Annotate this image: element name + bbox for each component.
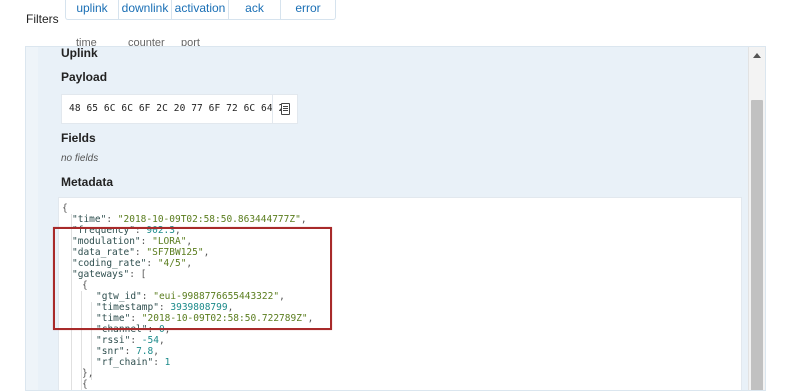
json-key: "time" bbox=[72, 214, 107, 225]
filter-activation-button[interactable]: activation bbox=[172, 0, 229, 19]
json-key: "coding_rate" bbox=[72, 258, 147, 269]
json-open-brace: { bbox=[62, 203, 68, 214]
no-fields-text: no fields bbox=[61, 153, 99, 164]
json-line-snr: "snr": 7.8, bbox=[96, 346, 159, 357]
json-key: "snr" bbox=[96, 346, 125, 357]
json-gateway-open-next: { bbox=[82, 379, 88, 390]
filter-ack-button[interactable]: ack bbox=[229, 0, 281, 19]
json-line-timestamp: "timestamp": 3939808799, bbox=[96, 302, 234, 313]
payload-hex: 48 65 6C 6C 6F 2C 20 77 6F 72 6C 64 21 bbox=[69, 103, 291, 114]
json-value: [ bbox=[140, 269, 147, 280]
fields-label: Fields bbox=[61, 131, 96, 145]
filter-uplink-button[interactable]: uplink bbox=[66, 0, 119, 19]
copy-divider bbox=[272, 95, 273, 123]
json-key: "timestamp" bbox=[96, 302, 159, 313]
copy-icon[interactable] bbox=[281, 103, 290, 115]
json-line-data-rate: "data_rate": "SF7BW125", bbox=[72, 247, 210, 258]
json-value: "LORA" bbox=[152, 236, 187, 247]
scroll-up-arrow-icon[interactable] bbox=[753, 53, 761, 58]
json-key: "frequency" bbox=[72, 225, 135, 236]
json-key: "gateways" bbox=[72, 269, 130, 280]
uplink-detail: Uplink Payload 48 65 6C 6C 6F 2C 20 77 6… bbox=[38, 46, 750, 390]
json-gateway-close: }, bbox=[82, 368, 94, 379]
json-gateway-open: { bbox=[82, 280, 88, 291]
json-value: "4/5" bbox=[157, 258, 187, 269]
vertical-scrollbar[interactable] bbox=[748, 47, 765, 390]
json-value: -54 bbox=[141, 335, 159, 346]
json-key: "rssi" bbox=[96, 335, 131, 346]
json-value: 0 bbox=[158, 324, 165, 335]
json-key: "gtw_id" bbox=[96, 291, 142, 302]
payload-field[interactable]: 48 65 6C 6C 6F 2C 20 77 6F 72 6C 64 21 bbox=[61, 94, 298, 124]
json-value: "eui-9988776655443322" bbox=[153, 291, 280, 302]
json-line-coding-rate: "coding_rate": "4/5", bbox=[72, 258, 193, 269]
json-value: "2018-10-09T02:58:50.863444777Z" bbox=[117, 214, 301, 225]
json-line-gtw-id: "gtw_id": "eui-9988776655443322", bbox=[96, 291, 285, 302]
json-line-gw-time: "time": "2018-10-09T02:58:50.722789Z", bbox=[96, 313, 314, 324]
metadata-label: Metadata bbox=[61, 175, 114, 189]
json-key: "channel" bbox=[96, 324, 148, 335]
json-value: 1 bbox=[164, 357, 171, 368]
payload-label: Payload bbox=[61, 70, 108, 84]
json-value: "SF7BW125" bbox=[146, 247, 204, 258]
json-line-rssi: "rssi": -54, bbox=[96, 335, 165, 346]
scroll-thumb[interactable] bbox=[751, 100, 763, 390]
json-value: 7.8 bbox=[136, 346, 154, 357]
json-key: "time" bbox=[96, 313, 131, 324]
json-line-rf-chain: "rf_chain": 1 bbox=[96, 357, 171, 368]
json-line-channel: "channel": 0, bbox=[96, 324, 171, 335]
json-key: "modulation" bbox=[72, 236, 141, 247]
json-value: "2018-10-09T02:58:50.722789Z" bbox=[141, 313, 308, 324]
filter-button-group: uplink downlink activation ack error bbox=[65, 0, 336, 20]
json-line-gateways: "gateways": [ bbox=[72, 269, 147, 280]
json-value: 902.3 bbox=[146, 225, 175, 236]
json-key: "data_rate" bbox=[72, 247, 135, 258]
message-detail-panel: Uplink Payload 48 65 6C 6C 6F 2C 20 77 6… bbox=[25, 46, 766, 391]
filter-error-button[interactable]: error bbox=[281, 0, 335, 19]
filters-label: Filters bbox=[26, 12, 59, 26]
json-line-modulation: "modulation": "LORA", bbox=[72, 236, 193, 247]
json-value: 3939808799 bbox=[170, 302, 228, 313]
json-line-frequency: "frequency": 902.3, bbox=[72, 225, 181, 236]
json-line-time: "time": "2018-10-09T02:58:50.863444777Z"… bbox=[72, 214, 307, 225]
filter-downlink-button[interactable]: downlink bbox=[119, 0, 172, 19]
json-key: "rf_chain" bbox=[96, 357, 154, 368]
metadata-json-viewer[interactable]: { "time": "2018-10-09T02:58:50.863444777… bbox=[58, 197, 742, 390]
uplink-title: Uplink bbox=[61, 46, 98, 60]
